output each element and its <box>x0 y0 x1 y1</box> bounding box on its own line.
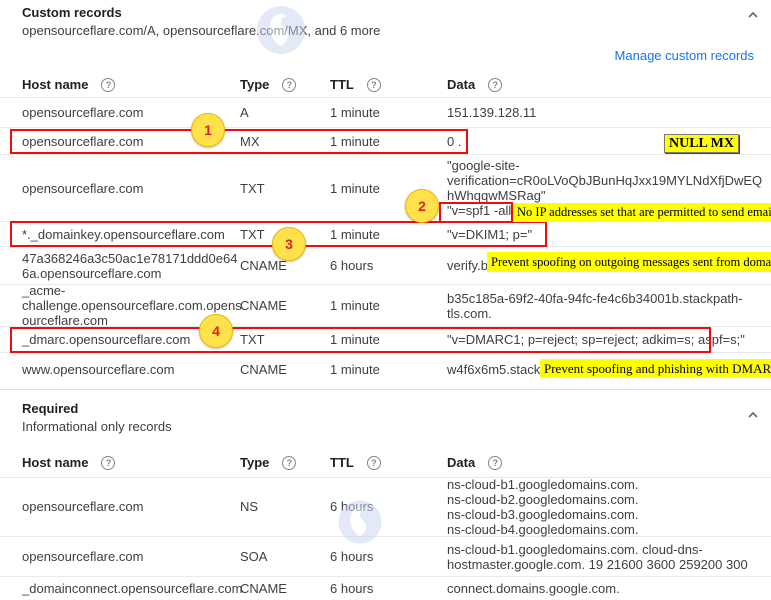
highlight-dmarc-note: Prevent spoofing and phishing with DMARC <box>540 359 771 378</box>
help-icon[interactable]: ? <box>488 456 502 470</box>
host-name-cell: opensourceflare.com <box>22 477 244 536</box>
callout-4: 4 <box>199 314 233 348</box>
type-cell: SOA <box>240 537 325 576</box>
table-row: opensourceflare.com NS 6 hours ns-cloud-… <box>0 477 771 537</box>
callout-3: 3 <box>272 227 306 261</box>
ttl-cell: 1 minute <box>330 327 436 352</box>
custom-records-subtitle: opensourceflare.com/A, opensourceflare.c… <box>22 23 380 38</box>
ttl-cell: 1 minute <box>330 222 436 246</box>
highlight-null-mx: NULL MX <box>664 134 739 153</box>
help-icon[interactable]: ? <box>367 456 381 470</box>
data-cell: "v=DMARC1; p=reject; sp=reject; adkim=s;… <box>447 327 765 352</box>
data-cell: ns-cloud-b1.googledomains.com. ns-cloud-… <box>447 477 765 536</box>
data-cell: "v=DKIM1; p=" <box>447 222 765 246</box>
help-icon[interactable]: ? <box>101 78 115 92</box>
type-cell: MX <box>240 128 325 154</box>
collapse-custom-records-icon[interactable] <box>746 8 760 22</box>
callout-1: 1 <box>191 113 225 147</box>
host-name-cell: www.opensourceflare.com <box>22 353 244 385</box>
type-cell: CNAME <box>240 353 325 385</box>
help-icon[interactable]: ? <box>488 78 502 92</box>
custom-table-header: Host name? Type? TTL? Data? <box>0 72 771 97</box>
ttl-cell: 6 hours <box>330 537 436 576</box>
host-name-cell: *._domainkey.opensourceflare.com <box>22 222 244 246</box>
col-host-name: Host name <box>22 455 88 470</box>
ttl-cell: 6 hours <box>330 577 436 600</box>
col-type: Type <box>240 455 269 470</box>
table-row: *._domainkey.opensourceflare.com TXT 1 m… <box>0 222 771 247</box>
required-subtitle: Informational only records <box>22 419 172 434</box>
ttl-cell: 1 minute <box>330 285 436 326</box>
col-host-name: Host name <box>22 77 88 92</box>
collapse-required-icon[interactable] <box>746 408 760 422</box>
type-cell: A <box>240 97 325 127</box>
callout-2: 2 <box>405 189 439 223</box>
ttl-cell: 1 minute <box>330 128 436 154</box>
type-cell: TXT <box>240 327 325 352</box>
table-row: opensourceflare.com MX 1 minute 0 . <box>0 128 771 155</box>
ttl-cell: 1 minute <box>330 353 436 385</box>
help-icon[interactable]: ? <box>282 456 296 470</box>
host-name-cell: _domainconnect.opensourceflare.com <box>22 577 244 600</box>
help-icon[interactable]: ? <box>101 456 115 470</box>
required-title: Required <box>22 401 78 416</box>
custom-records-title: Custom records <box>22 5 122 20</box>
col-ttl: TTL <box>330 455 354 470</box>
table-row: _acme-challenge.opensourceflare.com.open… <box>0 285 771 327</box>
help-icon[interactable]: ? <box>367 78 381 92</box>
highlight-spf-note: No IP addresses set that are permitted t… <box>513 203 771 222</box>
ttl-cell: 6 hours <box>330 477 436 536</box>
host-name-cell: opensourceflare.com <box>22 155 244 221</box>
manage-custom-records-link[interactable]: Manage custom records <box>615 48 754 63</box>
host-name-cell: opensourceflare.com <box>22 537 244 576</box>
col-ttl: TTL <box>330 77 354 92</box>
type-cell: NS <box>240 477 325 536</box>
col-data: Data <box>447 455 475 470</box>
col-type: Type <box>240 77 269 92</box>
ttl-cell: 1 minute <box>330 97 436 127</box>
type-cell: CNAME <box>240 577 325 600</box>
data-cell: 151.139.128.11 <box>447 97 765 127</box>
table-row: _domainconnect.opensourceflare.com CNAME… <box>0 577 771 600</box>
help-icon[interactable]: ? <box>282 78 296 92</box>
data-cell: connect.domains.google.com. <box>447 577 765 600</box>
type-cell: CNAME <box>240 285 325 326</box>
data-cell: b35c185a-69f2-40fa-94fc-fe4c6b34001b.sta… <box>447 285 765 326</box>
col-data: Data <box>447 77 475 92</box>
table-row: opensourceflare.com SOA 6 hours ns-cloud… <box>0 537 771 577</box>
table-row: _dmarc.opensourceflare.com TXT 1 minute … <box>0 327 771 353</box>
required-table-header: Host name? Type? TTL? Data? <box>0 448 771 477</box>
table-row: opensourceflare.com A 1 minute 151.139.1… <box>0 97 771 128</box>
highlight-dkim-note: Prevent spoofing on outgoing messages se… <box>487 252 771 272</box>
data-cell: ns-cloud-b1.googledomains.com. cloud-dns… <box>447 537 765 576</box>
host-name-cell: 47a368246a3c50ac1e78171ddd0e646a.opensou… <box>22 247 244 284</box>
ttl-cell: 6 hours <box>330 247 436 284</box>
type-cell: TXT <box>240 155 325 221</box>
